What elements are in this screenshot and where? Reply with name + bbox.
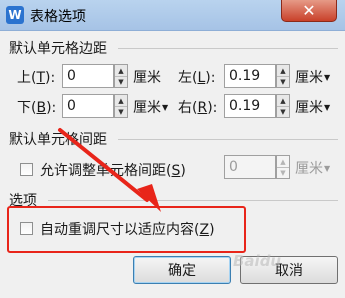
- baidu-watermark: Baidu: [233, 252, 282, 270]
- ok-button[interactable]: 确定: [133, 256, 231, 284]
- red-arrow-annotation: [58, 128, 161, 212]
